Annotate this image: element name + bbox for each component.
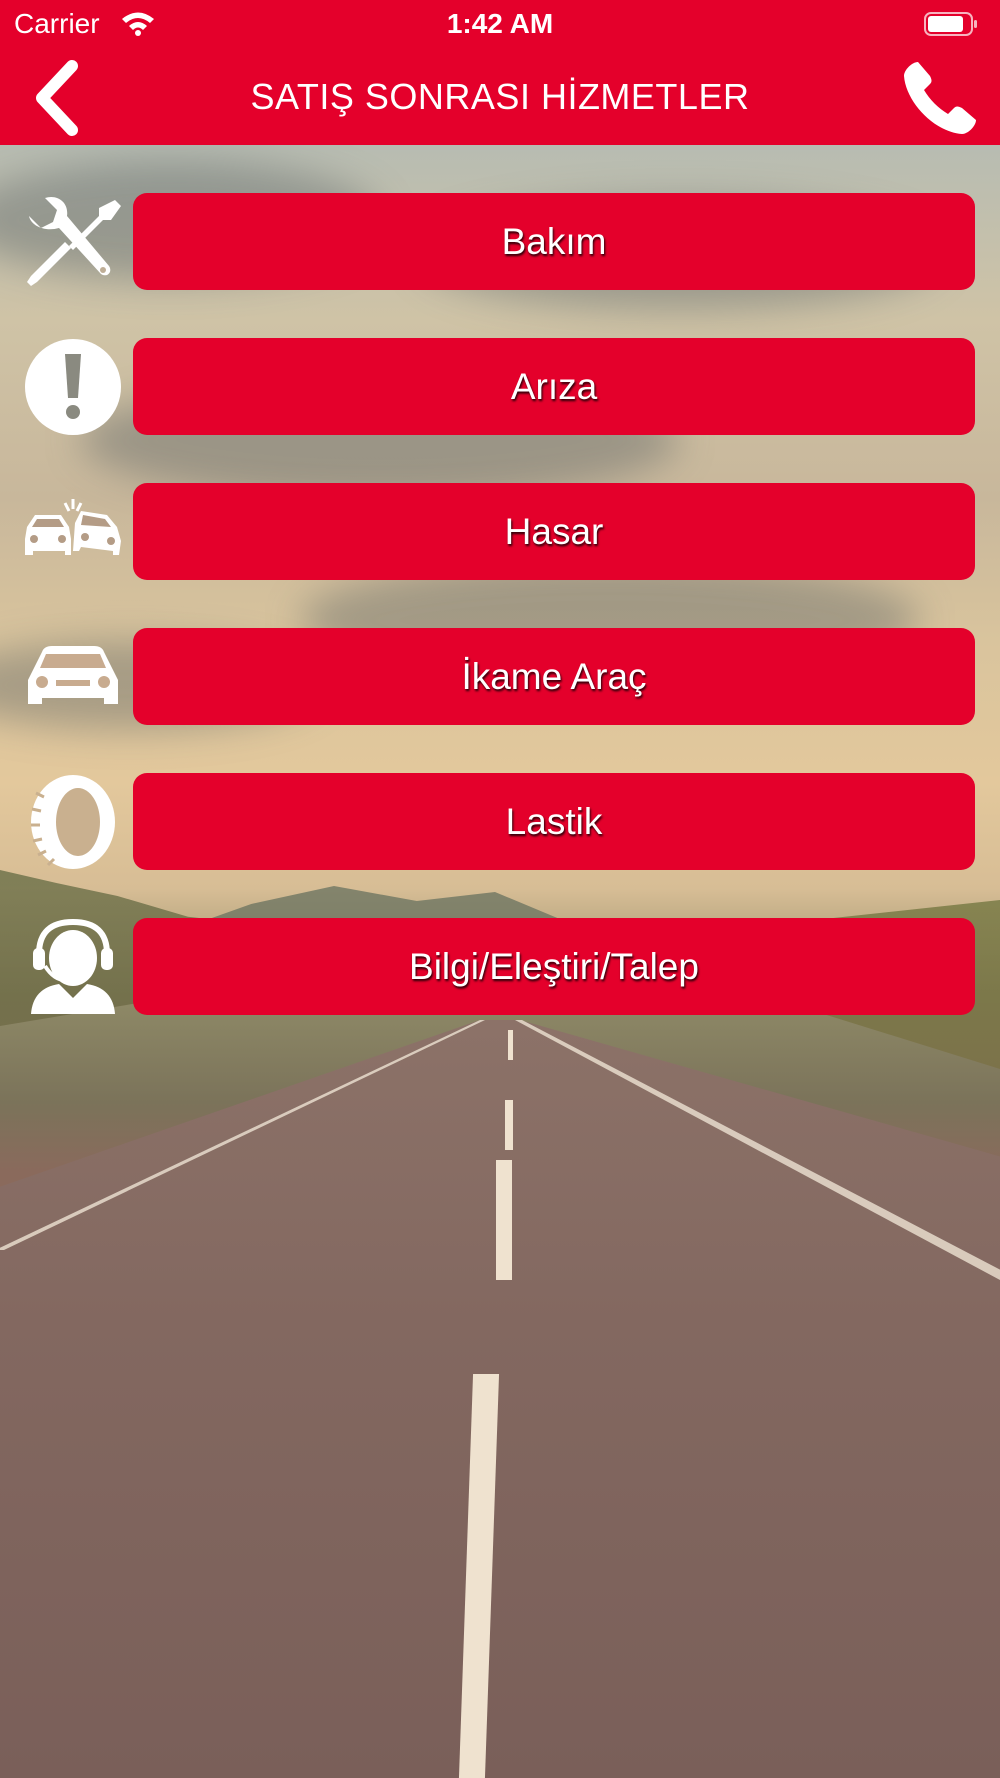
menu-item-bakim: Bakım	[0, 193, 1000, 290]
bilgi-elestiri-talep-button[interactable]: Bilgi/Eleştiri/Talep	[133, 918, 975, 1015]
ikame-arac-button[interactable]: İkame Araç	[133, 628, 975, 725]
phone-icon[interactable]	[900, 58, 980, 138]
exclamation-icon	[20, 338, 126, 435]
menu-item-bilgi-elestiri-talep: Bilgi/Eleştiri/Talep	[0, 918, 1000, 1015]
menu-item-ariza: Arıza	[0, 338, 1000, 435]
car-crash-icon	[20, 483, 126, 580]
lastik-button[interactable]: Lastik	[133, 773, 975, 870]
clock: 1:42 AM	[446, 8, 554, 39]
status-bar: Carrier 1:42 AM	[0, 0, 1000, 50]
menu-item-ikame-arac: İkame Araç	[0, 628, 1000, 725]
road	[0, 1020, 1000, 1778]
hasar-button[interactable]: Hasar	[133, 483, 975, 580]
support-agent-icon	[20, 918, 126, 1015]
page-title: SATIŞ SONRASI HİZMETLER	[250, 76, 750, 117]
tools-icon	[20, 193, 126, 290]
top-bar: Carrier 1:42 AM SATIŞ SONRASI HİZMETLER	[0, 0, 1000, 145]
screen: Carrier 1:42 AM SATIŞ SONRASI HİZMETLER	[0, 0, 1000, 1778]
road-dash	[508, 1030, 513, 1060]
road-dash	[505, 1100, 513, 1150]
bakim-button[interactable]: Bakım	[133, 193, 975, 290]
road-dash	[496, 1160, 512, 1280]
menu-item-lastik: Lastik	[0, 773, 1000, 870]
battery-icon	[924, 12, 977, 36]
tire-icon	[20, 773, 126, 870]
menu-item-hasar: Hasar	[0, 483, 1000, 580]
ariza-button[interactable]: Arıza	[133, 338, 975, 435]
car-icon	[20, 628, 126, 725]
